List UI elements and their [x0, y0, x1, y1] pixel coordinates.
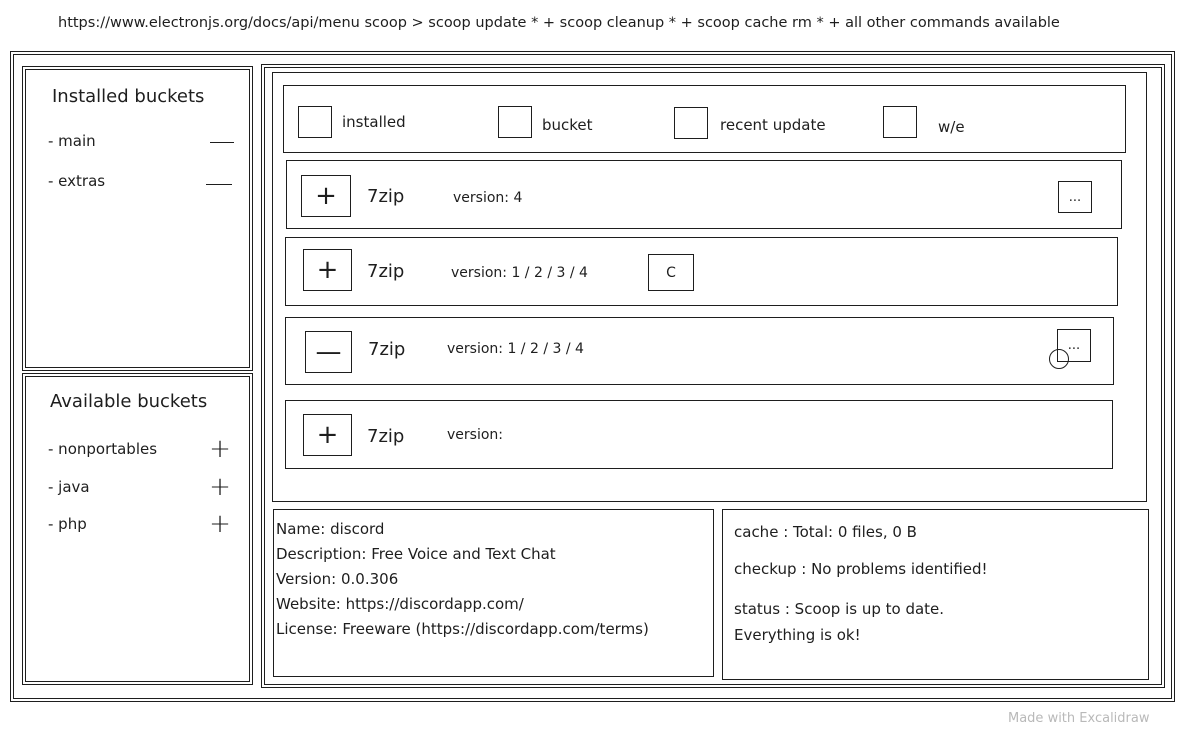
uninstall-toggle-button[interactable]: —: [305, 331, 352, 373]
bucket-item-extras[interactable]: - extras: [48, 172, 105, 190]
filter-bucket-checkbox[interactable]: [498, 106, 532, 138]
more-options-button[interactable]: ...: [1058, 181, 1092, 213]
available-buckets-title: Available buckets: [50, 391, 208, 412]
app-version: version: 4: [453, 190, 523, 206]
installed-buckets-panel: [22, 66, 253, 371]
excalidraw-watermark: Made with Excalidraw: [1008, 711, 1150, 726]
detail-license: License: Freeware (https://discordapp.co…: [276, 620, 649, 638]
app-name: 7zip: [368, 339, 406, 360]
filter-recent-update-checkbox[interactable]: [674, 107, 708, 139]
filter-installed-checkbox[interactable]: [298, 106, 332, 138]
update-status: status : Scoop is up to date.: [734, 600, 945, 618]
filter-recent-update-label: recent update: [720, 116, 826, 134]
cache-status: cache : Total: 0 files, 0 B: [734, 523, 917, 541]
detail-name: Name: discord: [276, 520, 385, 538]
app-version: version: 1 / 2 / 3 / 4: [451, 265, 588, 281]
app-name: 7zip: [367, 261, 405, 282]
ok-status: Everything is ok!: [734, 626, 861, 644]
bucket-item-php[interactable]: - php: [48, 515, 87, 533]
app-version: version:: [447, 427, 503, 443]
remove-bucket-extras-icon[interactable]: [206, 184, 232, 185]
install-toggle-button[interactable]: +: [303, 414, 352, 456]
detail-website[interactable]: Website: https://discordapp.com/: [276, 595, 524, 613]
cleanup-button[interactable]: C: [648, 254, 694, 291]
checkup-status: checkup : No problems identified!: [734, 560, 988, 578]
add-bucket-php-icon[interactable]: +: [205, 511, 235, 537]
add-bucket-nonportables-icon[interactable]: +: [205, 436, 235, 462]
app-row: [285, 317, 1114, 385]
app-row: [285, 400, 1113, 469]
header-note: https://www.electronjs.org/docs/api/menu…: [58, 15, 1060, 31]
detail-description: Description: Free Voice and Text Chat: [276, 545, 556, 563]
app-name: 7zip: [367, 186, 405, 207]
filter-we-label: w/e: [938, 118, 965, 136]
detail-version: Version: 0.0.306: [276, 570, 399, 588]
app-version: version: 1 / 2 / 3 / 4: [447, 341, 584, 357]
bucket-item-java[interactable]: - java: [48, 478, 90, 496]
installed-buckets-title: Installed buckets: [52, 86, 205, 107]
app-name: 7zip: [367, 426, 405, 447]
filter-we-checkbox[interactable]: [883, 106, 917, 138]
app-row: [286, 160, 1122, 229]
remove-bucket-main-icon[interactable]: [210, 142, 234, 143]
add-bucket-java-icon[interactable]: +: [205, 474, 235, 500]
install-toggle-button[interactable]: +: [301, 175, 351, 217]
app-row: [285, 237, 1118, 306]
install-toggle-button[interactable]: +: [303, 249, 352, 291]
filter-bucket-label: bucket: [542, 116, 593, 134]
bucket-item-nonportables[interactable]: - nonportables: [48, 440, 157, 458]
cursor-icon: [1049, 349, 1069, 369]
filter-installed-label: installed: [342, 113, 406, 131]
bucket-item-main[interactable]: - main: [48, 132, 96, 150]
